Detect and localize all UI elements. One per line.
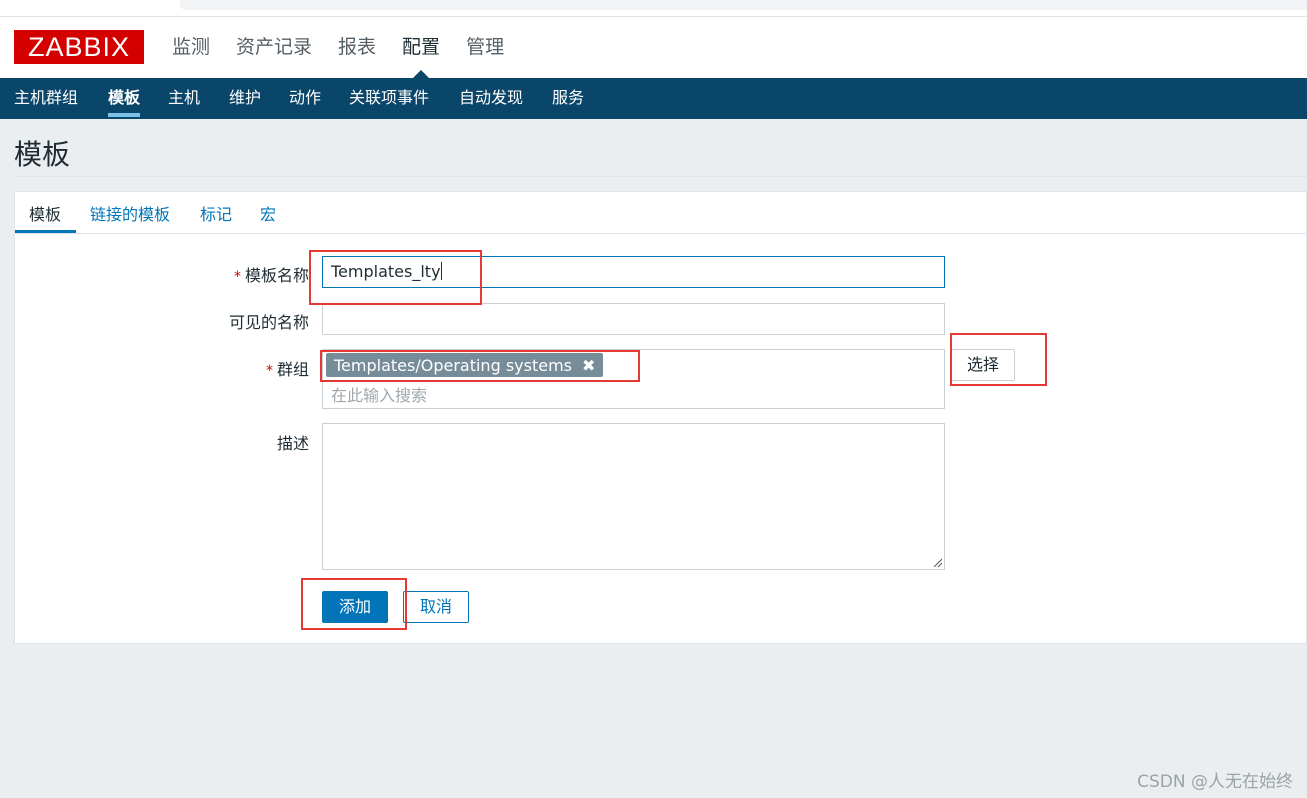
- subnav-host-groups[interactable]: 主机群组: [14, 78, 78, 119]
- address-bar[interactable]: [180, 0, 1307, 10]
- tab-macros[interactable]: 宏: [260, 201, 276, 225]
- tab-linked-templates[interactable]: 链接的模板: [90, 201, 170, 225]
- subnav-event-correlation[interactable]: 关联项事件: [349, 78, 429, 119]
- main-menu-reports[interactable]: 报表: [338, 32, 376, 62]
- watermark: CSDN @人无在始终: [1137, 772, 1293, 792]
- visible-name-input[interactable]: [322, 303, 945, 335]
- active-tab-indicator: [15, 230, 76, 233]
- tab-tags[interactable]: 标记: [200, 201, 232, 225]
- template-form-panel: 模板 链接的模板 标记 宏 * 模板名称 Templates_lty 可见的名称 …: [14, 191, 1307, 644]
- cancel-button[interactable]: 取消: [403, 591, 469, 623]
- title-divider: [14, 176, 1307, 177]
- logo-text: ZABBIX: [27, 31, 131, 62]
- main-menu: 监测 资产记录 报表 配置 管理: [172, 32, 530, 79]
- form-tabs: 模板 链接的模板 标记 宏: [15, 192, 1307, 234]
- highlight-group-tag: [320, 350, 640, 382]
- top-header: ZABBIX 监测 资产记录 报表 配置 管理: [0, 17, 1307, 79]
- highlight-add-button: [301, 578, 407, 630]
- subnav-hosts[interactable]: 主机: [168, 78, 200, 119]
- template-name-label: * 模板名称: [233, 266, 309, 285]
- subnav-services[interactable]: 服务: [552, 78, 584, 119]
- tab-template[interactable]: 模板: [29, 201, 61, 225]
- subnav-actions[interactable]: 动作: [289, 78, 321, 119]
- main-menu-administration[interactable]: 管理: [466, 32, 504, 62]
- subnav-templates[interactable]: 模板: [108, 78, 141, 119]
- sub-navigation: 主机群组 模板 主机 维护 动作 关联项事件 自动发现 服务: [0, 78, 1307, 119]
- highlight-select-button: [950, 333, 1047, 386]
- page-title: 模板: [14, 138, 71, 171]
- description-textarea[interactable]: [322, 423, 945, 570]
- visible-name-label: 可见的名称: [228, 313, 309, 332]
- required-marker: *: [265, 363, 273, 379]
- main-menu-configuration[interactable]: 配置: [402, 32, 440, 79]
- group-search-placeholder[interactable]: 在此输入搜索: [331, 382, 427, 406]
- required-marker: *: [233, 269, 241, 285]
- main-menu-monitoring[interactable]: 监测: [172, 32, 210, 62]
- resize-handle-icon[interactable]: [932, 557, 942, 567]
- zabbix-logo[interactable]: ZABBIX: [14, 30, 144, 64]
- subnav-maintenance[interactable]: 维护: [229, 78, 261, 119]
- subnav-discovery[interactable]: 自动发现: [459, 78, 523, 119]
- groups-label: * 群组: [265, 360, 309, 379]
- description-label: 描述: [276, 434, 309, 453]
- browser-chrome-strip: [0, 0, 1307, 17]
- main-menu-inventory[interactable]: 资产记录: [236, 32, 312, 62]
- highlight-template-name: [309, 250, 482, 305]
